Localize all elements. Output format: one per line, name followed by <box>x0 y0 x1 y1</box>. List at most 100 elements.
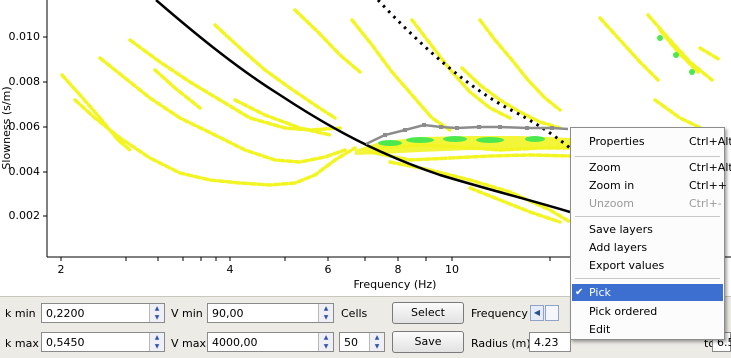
ridge-segment <box>478 18 562 112</box>
pick-point <box>439 125 443 129</box>
frequency-prev-button[interactable]: ◀ <box>530 305 544 321</box>
pick-point <box>498 125 502 129</box>
vmin-value: 90,00 <box>212 307 244 320</box>
x-tick-10: 10 <box>445 263 459 276</box>
down-arrow-icon[interactable]: ▼ <box>370 342 384 351</box>
menu-separator <box>575 278 720 279</box>
ridge-segment <box>128 38 342 132</box>
menu-separator <box>575 156 720 157</box>
pick-point <box>525 126 529 130</box>
cells-label: Cells <box>341 307 368 320</box>
peak-marker <box>476 137 504 143</box>
ridge-segment <box>213 23 337 120</box>
pick-point <box>422 123 426 127</box>
checkmark-icon: ✔ <box>575 287 584 298</box>
menu-item-shortcut: Ctrl+Alt+Z <box>689 161 731 174</box>
menu-item-label: Pick <box>589 286 611 299</box>
pick-point <box>383 133 387 137</box>
ridge-segment <box>98 56 347 164</box>
peak-marker <box>673 52 679 58</box>
kmin-spinbox[interactable]: 0,2200 ▲ ▼ <box>41 303 165 323</box>
menu-item-zoom-in[interactable]: Zoom in Ctrl++ <box>572 177 727 194</box>
kmin-value: 0,2200 <box>46 307 85 320</box>
x-tick-labels: 2 4 6 8 10 <box>58 263 460 276</box>
y-tick-0002: 0.002 <box>9 209 41 222</box>
up-arrow-icon[interactable]: ▲ <box>319 304 333 313</box>
menu-separator <box>575 216 720 217</box>
x-tick-4: 4 <box>227 263 234 276</box>
chevron-left-icon: ◀ <box>533 308 541 317</box>
context-menu: Properties Ctrl+Alt+P Zoom Ctrl+Alt+Z Zo… <box>570 127 731 340</box>
cells-value: 50 <box>344 336 358 349</box>
frequency-next-button[interactable] <box>545 305 559 321</box>
vmax-stepper[interactable]: ▲ ▼ <box>318 333 333 351</box>
ridge-segment <box>658 28 700 74</box>
menu-item-properties[interactable]: Properties Ctrl+Alt+P <box>572 133 731 150</box>
kmax-value: 0,5450 <box>46 336 85 349</box>
menu-item-save-layers[interactable]: Save layers <box>572 221 723 238</box>
kmin-label: k min <box>5 307 36 320</box>
peak-marker <box>443 136 467 142</box>
radius-from-value: 4.23 <box>534 336 559 349</box>
x-axis-label: Frequency (Hz) <box>354 278 437 291</box>
down-arrow-icon[interactable]: ▼ <box>319 342 333 351</box>
menu-item-shortcut: Ctrl+- <box>689 197 722 210</box>
menu-item-label: Zoom in <box>589 179 635 192</box>
pick-point <box>455 126 459 130</box>
radius-from-field[interactable]: 4.23 <box>529 332 571 352</box>
menu-item-unzoom: Unzoom Ctrl+- <box>572 195 723 212</box>
peak-marker <box>378 140 402 146</box>
y-tick-0004: 0.004 <box>9 165 41 178</box>
vmax-label: V max <box>171 337 206 350</box>
menu-item-add-layers[interactable]: Add layers <box>572 239 723 256</box>
vmax-value: 4000,00 <box>212 336 258 349</box>
menu-item-edit[interactable]: Edit <box>572 321 723 338</box>
pick-point <box>477 125 481 129</box>
vmin-spinbox[interactable]: 90,00 ▲ ▼ <box>207 303 334 323</box>
menu-item-label: Zoom <box>589 161 621 174</box>
menu-item-shortcut: Ctrl++ <box>689 179 728 192</box>
ridge-segment <box>73 98 357 187</box>
ridge-segment <box>598 16 662 84</box>
down-arrow-icon[interactable]: ▼ <box>150 313 164 322</box>
kmax-stepper[interactable]: ▲ ▼ <box>149 333 164 351</box>
vmax-spinbox[interactable]: 4000,00 ▲ ▼ <box>207 332 334 352</box>
y-tick-labels: 0.010 0.008 0.006 0.004 0.002 <box>9 30 41 222</box>
frequency-label: Frequency <box>471 307 528 320</box>
pick-point <box>403 128 407 132</box>
down-arrow-icon[interactable]: ▼ <box>150 342 164 351</box>
menu-item-shortcut: Ctrl+Alt+P <box>689 135 731 148</box>
menu-item-label: Export values <box>589 259 665 272</box>
kmax-spinbox[interactable]: 0,5450 ▲ ▼ <box>41 332 165 352</box>
menu-item-label: Save layers <box>589 223 653 236</box>
radius-label: Radius (m) <box>471 337 531 350</box>
x-tick-8: 8 <box>395 263 402 276</box>
menu-item-zoom[interactable]: Zoom Ctrl+Alt+Z <box>572 159 731 176</box>
kmax-label: k max <box>5 337 39 350</box>
kmin-stepper[interactable]: ▲ ▼ <box>149 304 164 322</box>
up-arrow-icon[interactable]: ▲ <box>150 333 164 342</box>
y-tick-0006: 0.006 <box>9 120 41 133</box>
menu-item-pick-ordered[interactable]: Pick ordered <box>572 303 723 320</box>
dispersion-curve-dotted <box>376 0 571 150</box>
menu-item-label: Edit <box>589 323 611 336</box>
ridge-segment <box>698 46 722 62</box>
ridge-segment <box>293 8 362 74</box>
y-axis-label: Slowness (s/m) <box>0 86 13 169</box>
save-button[interactable]: Save <box>392 331 464 353</box>
peak-marker <box>525 136 545 142</box>
select-button[interactable]: Select <box>392 302 464 324</box>
menu-item-export-values[interactable]: Export values <box>572 257 723 274</box>
cells-stepper[interactable]: ▲ ▼ <box>369 333 384 351</box>
vmin-stepper[interactable]: ▲ ▼ <box>318 304 333 322</box>
y-tick-0010: 0.010 <box>9 30 41 43</box>
peak-marker <box>689 69 695 75</box>
cells-spinbox[interactable]: 50 ▲ ▼ <box>339 332 385 352</box>
x-tick-2: 2 <box>58 263 65 276</box>
up-arrow-icon[interactable]: ▲ <box>150 304 164 313</box>
down-arrow-icon[interactable]: ▼ <box>319 313 333 322</box>
up-arrow-icon[interactable]: ▲ <box>319 333 333 342</box>
x-tick-6: 6 <box>325 263 332 276</box>
up-arrow-icon[interactable]: ▲ <box>370 333 384 342</box>
menu-item-pick[interactable]: ✔ Pick <box>572 284 723 301</box>
